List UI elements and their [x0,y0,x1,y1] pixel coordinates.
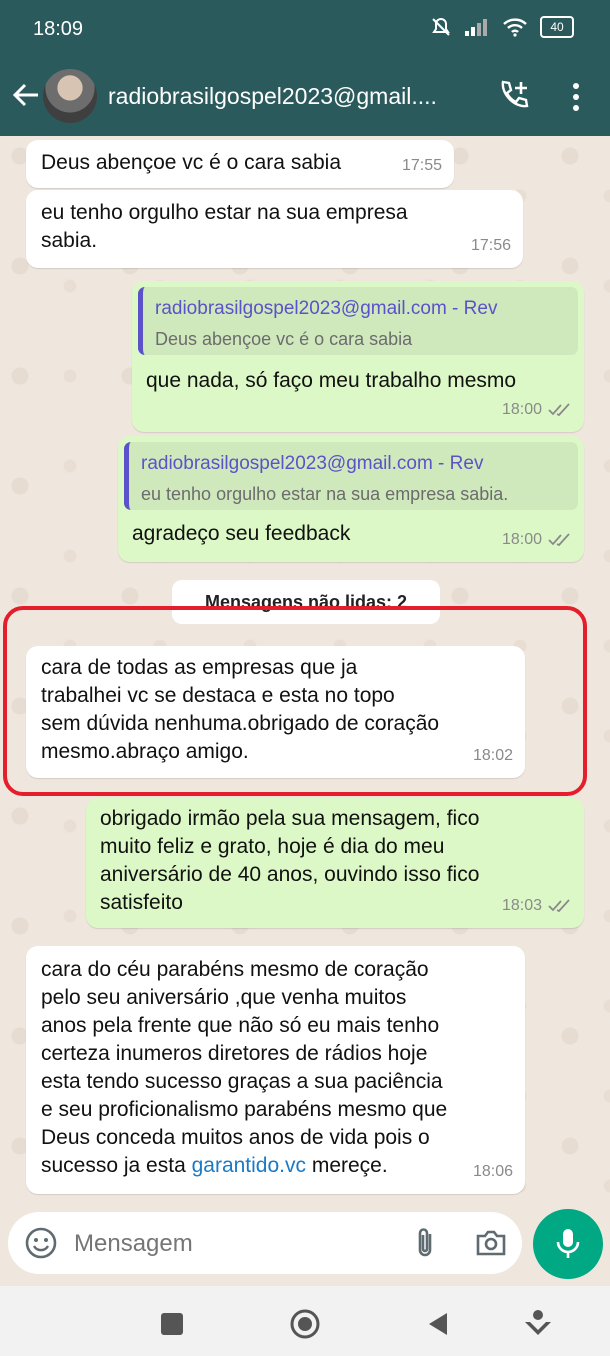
message-time: 18:06 [472,1163,513,1180]
status-time: 18:09 [33,18,84,40]
message-meta: 18:02 [473,742,513,770]
wifi-icon [503,18,527,37]
mute-icon [432,17,450,36]
message-incoming[interactable]: Deus abençoe vc é o cara sabia 17:55 [26,140,454,188]
back-arrow-icon[interactable] [10,78,42,112]
quote-text: Deus abençoe vc é o cara sabia [155,329,413,349]
quoted-message[interactable]: radiobrasilgospel2023@gmail.com - Rev eu… [124,442,578,510]
quote-text: eu tenho orgulho estar na sua empresa sa… [141,484,509,504]
read-ticks-icon [548,403,570,417]
message-time: 18:02 [472,747,513,764]
quoted-message[interactable]: radiobrasilgospel2023@gmail.com - Rev De… [138,287,578,355]
message-meta: 18:00 [502,396,572,424]
attach-icon[interactable] [410,1226,440,1260]
battery-level: 40 [550,20,564,34]
nav-back-icon[interactable] [420,1306,456,1342]
message-meta: 17:56 [471,232,511,260]
unread-messages-banner: Mensagens não lidas: 2 [172,580,440,624]
message-text: obrigado irmão pela sua mensagem, fico m… [100,807,480,914]
message-outgoing[interactable]: radiobrasilgospel2023@gmail.com - Rev De… [132,281,584,432]
message-outgoing[interactable]: radiobrasilgospel2023@gmail.com - Rev eu… [118,436,584,562]
nav-home-icon[interactable] [287,1306,323,1342]
mic-button[interactable] [533,1209,603,1279]
read-ticks-icon [548,533,570,547]
message-text: agradeço seu feedback [132,522,351,545]
message-link[interactable]: garantido.vc [192,1154,306,1177]
signal-icon [465,19,487,36]
message-outgoing[interactable]: obrigado irmão pela sua mensagem, fico m… [86,798,584,928]
chat-area[interactable]: Deus abençoe vc é o cara sabia 17:55 eu … [0,136,610,1204]
message-incoming[interactable]: cara do céu parabéns mesmo de coração pe… [26,946,525,1194]
status-bar: 18:09 40 [0,0,610,60]
add-call-icon[interactable] [497,78,531,112]
nav-assistant-icon[interactable] [520,1306,556,1342]
message-text-part: cara do céu parabéns mesmo de coração pe… [41,958,448,1177]
emoji-icon[interactable] [24,1226,58,1260]
nav-square-icon[interactable] [154,1306,190,1342]
message-composer [8,1212,522,1274]
message-text: cara de todas as empresas que ja trabalh… [41,656,440,763]
message-meta: 18:06 [473,1158,513,1186]
contact-name[interactable]: radiobrasilgospel2023@gmail.... [108,83,478,110]
message-time: 17:56 [470,237,511,254]
mic-icon [556,1229,580,1258]
quote-author: radiobrasilgospel2023@gmail.com - Rev [155,298,498,319]
message-time: 18:00 [501,401,542,418]
message-incoming[interactable]: cara de todas as empresas que ja trabalh… [26,646,525,778]
message-text: cara do céu parabéns mesmo de coração pe… [41,956,447,1180]
chat-header: radiobrasilgospel2023@gmail.... [0,60,610,136]
message-text-part: mereçe. [306,1154,388,1177]
camera-icon[interactable] [474,1226,508,1260]
system-nav-bar [0,1286,610,1356]
status-icons: 40 [430,16,574,38]
message-text: eu tenho orgulho estar na sua empresa sa… [41,201,408,252]
message-incoming[interactable]: eu tenho orgulho estar na sua empresa sa… [26,190,523,268]
battery-icon: 40 [540,16,574,38]
message-input[interactable] [72,1228,336,1260]
message-meta: 18:00 [502,526,572,554]
message-text: que nada, só faço meu trabalho mesmo [146,369,517,392]
quote-author: radiobrasilgospel2023@gmail.com - Rev [141,453,484,474]
message-time: 18:00 [501,531,542,548]
avatar[interactable] [43,69,97,123]
message-time: 18:03 [501,897,542,914]
message-meta: 17:55 [402,152,442,180]
message-text: Deus abençoe vc é o cara sabia [41,151,342,174]
more-vert-icon[interactable] [566,80,586,114]
message-time: 17:55 [401,157,442,174]
message-meta: 18:03 [502,892,572,920]
read-ticks-icon [548,899,570,913]
